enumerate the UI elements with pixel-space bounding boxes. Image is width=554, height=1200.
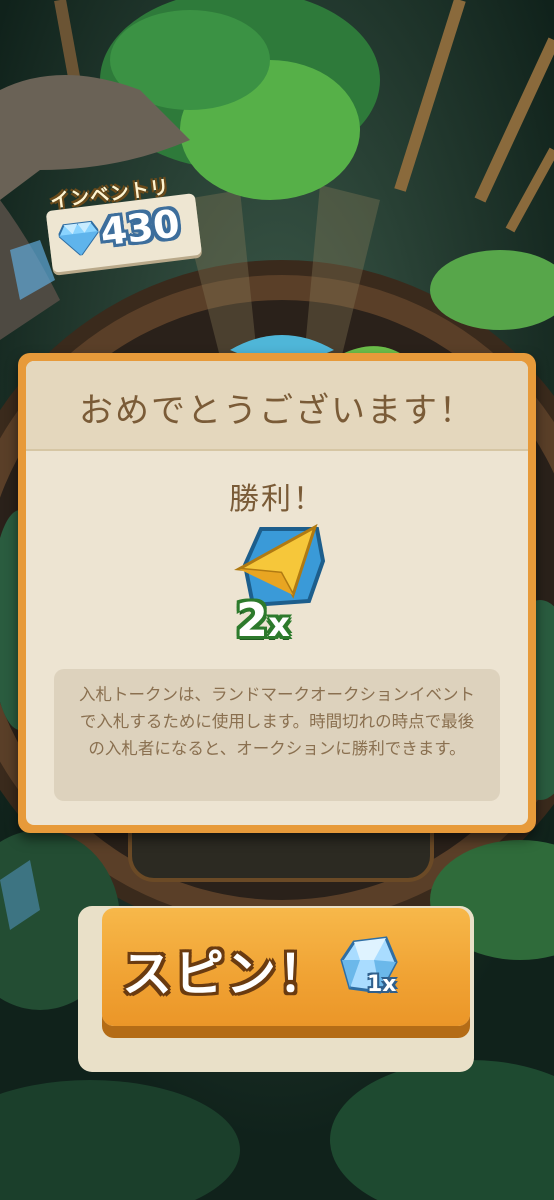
modal-panel: おめでとうございます！ 勝利！ 2x 入札トークンは、ランドマークオークションイ… [26,361,528,825]
result-label: 勝利！ [229,482,325,517]
inventory-tag: インベントリ 430 [43,169,204,283]
spin-label: スピン！ [122,945,330,1003]
inventory-count: 430 [97,201,183,255]
diamond-icon [57,220,100,257]
description-box: 入札トークンは、ランドマークオークションイベントで入札するために使用します。時間… [54,669,500,801]
multiplier-number: 2 [236,593,269,647]
modal-header: おめでとうございます！ [26,361,528,451]
reward-multiplier: 2x [236,593,346,647]
spin-cost: 1x [367,972,397,997]
description-text: 入札トークンは、ランドマークオークションイベントで入札するために使用します。時間… [79,685,475,758]
modal-title: おめでとうございます！ [79,391,475,431]
reward-modal: おめでとうございます！ 勝利！ 2x 入札トークンは、ランドマークオークションイ… [18,353,536,833]
multiplier-x: x [268,605,290,645]
spin-button[interactable]: スピン！ 1x [102,908,470,1026]
